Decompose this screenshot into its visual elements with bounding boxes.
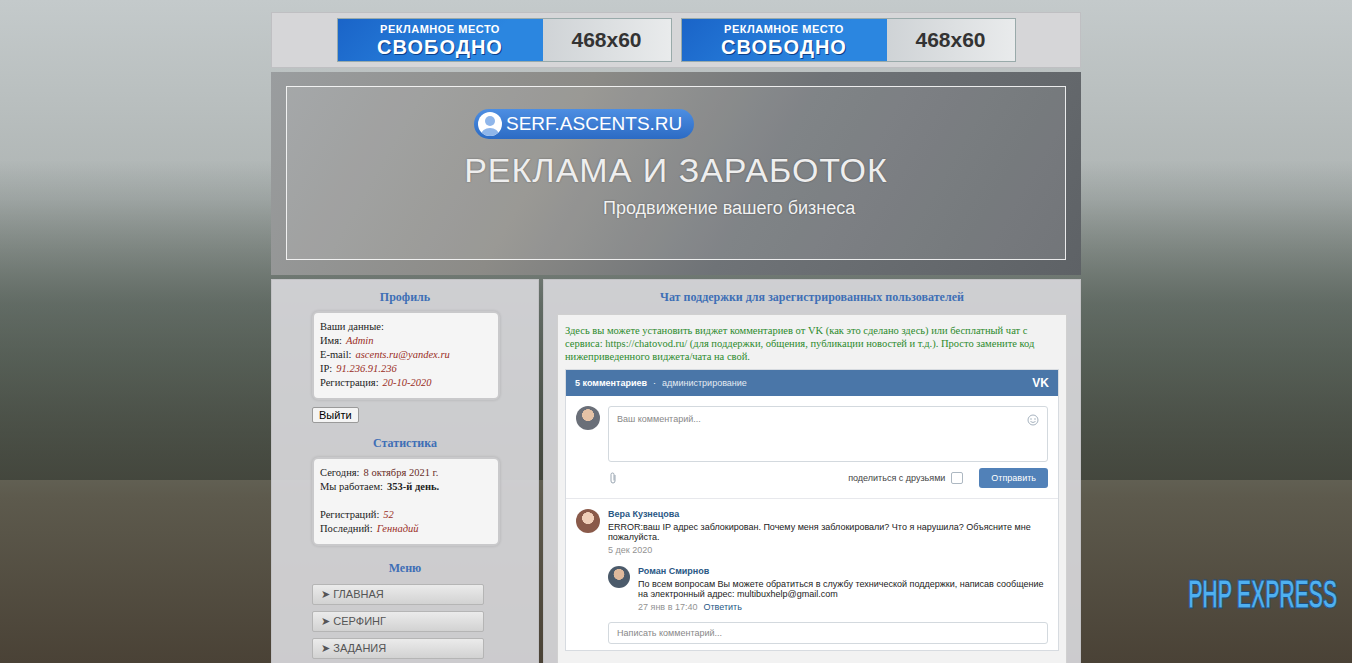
profile-value: Admin bbox=[346, 334, 373, 348]
ad-banner-left: РЕКЛАМНОЕ МЕСТОСВОБОДНО bbox=[682, 19, 887, 61]
stats-line: Мы работаем: 353-й день. bbox=[320, 480, 492, 494]
reply-author[interactable]: Роман Смирнов bbox=[638, 566, 1048, 576]
chat-panel: Чат поддержки для зарегистрированных пол… bbox=[543, 279, 1081, 663]
share-label: поделиться с друзьями bbox=[848, 473, 945, 483]
menu-item[interactable]: ➤ ЗАДАНИЯ bbox=[312, 638, 484, 659]
watermark: PHP EXPRESS bbox=[1188, 572, 1337, 617]
profile-value: ascents.ru@yandex.ru bbox=[356, 348, 450, 362]
separator: · bbox=[653, 378, 656, 388]
logout-button[interactable]: Выйти bbox=[312, 407, 359, 423]
profile-field: IP: 91.236.91.236 bbox=[320, 362, 492, 376]
send-button[interactable]: Отправить bbox=[979, 468, 1048, 488]
comment-count: 5 комментариев bbox=[575, 378, 647, 388]
write-comment-input[interactable]: Написать комментарий... bbox=[608, 622, 1048, 644]
profile-caption: Ваши данные: bbox=[320, 320, 492, 334]
site-logo[interactable]: SERF.ASCENTS.RU bbox=[474, 109, 694, 139]
header-frame: SERF.ASCENTS.RU РЕКЛАМА И ЗАРАБОТОК Продви… bbox=[286, 86, 1066, 260]
stats-value: 8 октября 2021 г. bbox=[364, 466, 439, 480]
header-subtitle: Продвижение вашего бизнеса bbox=[603, 198, 855, 219]
comment-tools: поделиться с друзьями Отправить bbox=[566, 462, 1058, 498]
stats-label: Сегодня: bbox=[320, 466, 360, 480]
profile-heading: Профиль bbox=[272, 289, 538, 305]
comment-meta: 5 дек 2020 bbox=[608, 545, 1048, 555]
stats-value: Геннадий bbox=[377, 522, 419, 536]
chat-intro: Здесь вы можете установить виджет коммен… bbox=[565, 324, 1059, 363]
ad-banner[interactable]: РЕКЛАМНОЕ МЕСТОСВОБОДНО468x60 bbox=[337, 18, 672, 62]
smile-icon bbox=[1027, 414, 1039, 426]
ad-label: РЕКЛАМНОЕ МЕСТО bbox=[380, 23, 500, 36]
ad-label: РЕКЛАМНОЕ МЕСТО bbox=[724, 23, 844, 36]
reply: Роман Смирнов По всем вопросам Вы можете … bbox=[608, 566, 1048, 612]
stats-line: Регистраций: 52 bbox=[320, 508, 492, 522]
profile-field: Регистрация: 20-10-2020 bbox=[320, 376, 492, 390]
stats-box: Сегодня: 8 октября 2021 г.Мы работаем: 353… bbox=[312, 457, 500, 546]
profile-box: Ваши данные:Имя: AdminE-mail: ascents.ru@y… bbox=[312, 311, 500, 400]
avatar bbox=[576, 509, 600, 533]
ad-banner-left: РЕКЛАМНОЕ МЕСТОСВОБОДНО bbox=[338, 19, 543, 61]
chat-heading: Чат поддержки для зарегистрированных пол… bbox=[544, 289, 1080, 305]
avatar bbox=[608, 566, 630, 588]
profile-label: IP: bbox=[320, 362, 332, 376]
left-sidebar: Профиль Ваши данные:Имя: AdminE-mail: ascen… bbox=[271, 279, 539, 663]
stats-line: Сегодня: 8 октября 2021 г. bbox=[320, 466, 492, 480]
profile-label: Регистрация: bbox=[320, 376, 379, 390]
stats-group: Сегодня: 8 октября 2021 г.Мы работаем: 353… bbox=[320, 466, 492, 494]
comment-text: ERROR:ваш IP адрес заблокирован. Почему … bbox=[608, 522, 1048, 542]
ad-size: 468x60 bbox=[543, 19, 671, 61]
chat-box: Здесь вы можете установить виджет коммен… bbox=[557, 314, 1067, 663]
ad-free: СВОБОДНО bbox=[377, 36, 503, 58]
user-icon bbox=[478, 112, 502, 136]
header-title: РЕКЛАМА И ЗАРАБОТОК bbox=[464, 151, 888, 190]
stats-label: Регистраций: bbox=[320, 508, 379, 522]
stats-label: Последний: bbox=[320, 522, 373, 536]
reply-meta: 27 янв в 17:40 Ответить bbox=[638, 602, 1048, 612]
ad-free: СВОБОДНО bbox=[721, 36, 847, 58]
menu: ➤ ГЛАВНАЯ ➤ СЕРФИНГ ➤ ЗАДАНИЯ bbox=[312, 584, 538, 659]
ad-banner[interactable]: РЕКЛАМНОЕ МЕСТОСВОБОДНО468x60 bbox=[681, 18, 1016, 62]
reply-text: По всем вопросам Вы можете обратиться в … bbox=[638, 579, 1048, 599]
vk-logo[interactable]: VK bbox=[1032, 376, 1049, 390]
ad-size: 468x60 bbox=[887, 19, 1015, 61]
share-checkbox[interactable] bbox=[951, 472, 963, 484]
stats-value: 52 bbox=[383, 508, 394, 522]
stats-label: Мы работаем: bbox=[320, 480, 383, 494]
comment-input-row: Ваш комментарий... bbox=[566, 396, 1058, 462]
profile-label: E-mail: bbox=[320, 348, 352, 362]
menu-item[interactable]: ➤ ГЛАВНАЯ bbox=[312, 584, 484, 605]
page: РЕКЛАМНОЕ МЕСТОСВОБОДНО468x60РЕКЛАМНОЕ М… bbox=[271, 12, 1081, 663]
profile-field: Имя: Admin bbox=[320, 334, 492, 348]
reply-action[interactable]: Ответить bbox=[703, 602, 741, 612]
comment-input[interactable]: Ваш комментарий... bbox=[608, 406, 1048, 462]
stats-group: Регистраций: 52 Последний: Геннадий bbox=[320, 508, 492, 536]
comment-placeholder: Ваш комментарий... bbox=[617, 414, 701, 454]
main: Профиль Ваши данные:Имя: AdminE-mail: ascen… bbox=[271, 279, 1081, 663]
logo-text: SERF.ASCENTS.RU bbox=[506, 113, 682, 135]
reply-date: 27 янв в 17:40 bbox=[638, 602, 697, 612]
comment-date: 5 дек 2020 bbox=[608, 545, 652, 555]
comment-author[interactable]: Вера Кузнецова bbox=[608, 509, 1048, 519]
comment: Вера Кузнецова ERROR:ваш IP адрес заблоки… bbox=[566, 498, 1058, 612]
profile-value: 91.236.91.236 bbox=[336, 362, 396, 376]
stats-line: Последний: Геннадий bbox=[320, 522, 492, 536]
admin-link[interactable]: администрирование bbox=[662, 378, 747, 388]
comment-body: Вера Кузнецова ERROR:ваш IP адрес заблоки… bbox=[608, 509, 1048, 612]
vk-widget: 5 комментариев · администрирование VK Ваш ко… bbox=[565, 369, 1059, 651]
paperclip-icon bbox=[608, 472, 618, 484]
profile-value: 20-10-2020 bbox=[383, 376, 432, 390]
reply-body: Роман Смирнов По всем вопросам Вы можете … bbox=[638, 566, 1048, 612]
profile-label: Имя: bbox=[320, 334, 342, 348]
profile-field: E-mail: ascents.ru@yandex.ru bbox=[320, 348, 492, 362]
user-icon bbox=[478, 112, 502, 136]
ad-strip: РЕКЛАМНОЕ МЕСТОСВОБОДНО468x60РЕКЛАМНОЕ М… bbox=[271, 12, 1081, 68]
menu-item[interactable]: ➤ СЕРФИНГ bbox=[312, 611, 484, 632]
stats-value: 353-й день. bbox=[387, 480, 439, 494]
site-header: SERF.ASCENTS.RU РЕКЛАМА И ЗАРАБОТОК Продви… bbox=[271, 72, 1081, 275]
menu-heading: Меню bbox=[272, 560, 538, 576]
avatar bbox=[576, 406, 600, 430]
vk-header: 5 комментариев · администрирование VK bbox=[566, 370, 1058, 396]
stats-heading: Статистика bbox=[272, 435, 538, 451]
